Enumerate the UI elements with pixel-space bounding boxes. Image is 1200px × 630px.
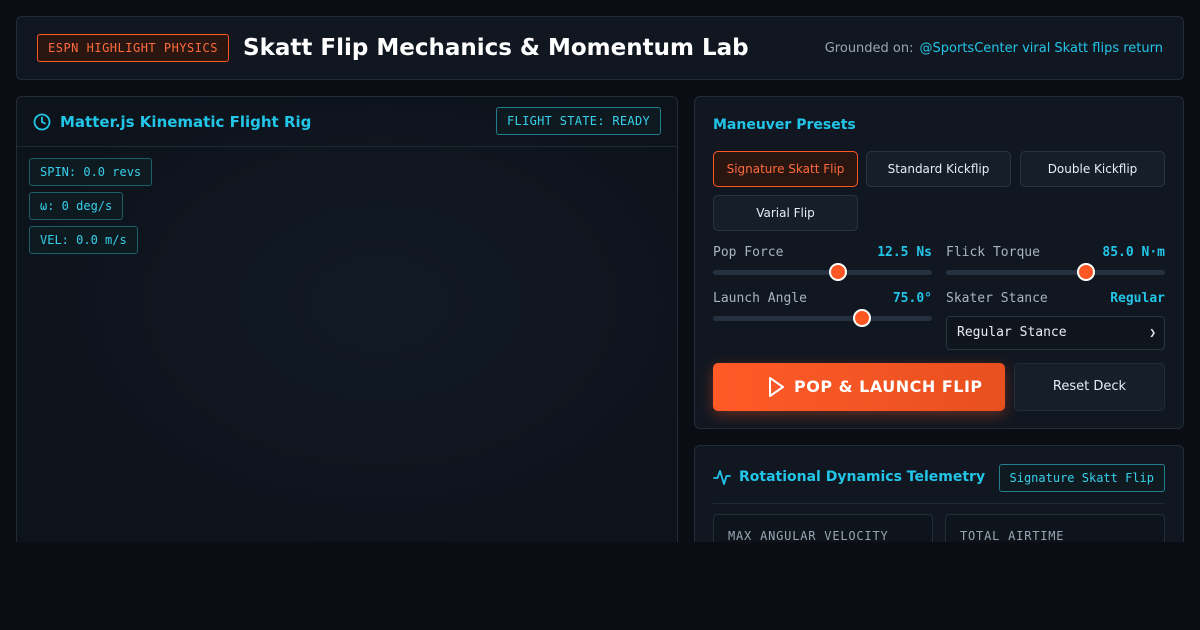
grounded-label: Grounded on: [824, 41, 914, 56]
max-angular-velocity-card: MAX ANGULAR VELOCITY [713, 514, 933, 542]
telemetry-maneuver-badge: Signature Skatt Flip [998, 464, 1165, 492]
flick-torque-value: 85.0 N·m [1102, 245, 1165, 260]
maneuver-controls-panel: Maneuver Presets Signature Skatt Flip St… [694, 96, 1184, 429]
preset-signature-skatt-flip[interactable]: Signature Skatt Flip [713, 151, 858, 187]
telemetry-panel: Rotational Dynamics Telemetry Signature … [694, 445, 1184, 542]
flight-rig-panel: Matter.js Kinematic Flight Rig FLIGHT ST… [16, 96, 678, 542]
total-airtime-card: TOTAL AIRTIME [945, 514, 1165, 542]
physics-canvas[interactable] [17, 148, 677, 542]
pop-force-value: 12.5 Ns [877, 245, 932, 260]
launch-angle-value: 75.0° [892, 291, 932, 306]
reset-deck-button[interactable]: Reset Deck [1014, 363, 1165, 411]
pop-force-slider[interactable] [713, 263, 932, 281]
page-title: Skatt Flip Mechanics & Momentum Lab [243, 35, 749, 61]
pop-force-label: Pop Force [713, 245, 784, 260]
preset-standard-kickflip[interactable]: Standard Kickflip [866, 151, 1011, 187]
flight-rig-header: Matter.js Kinematic Flight Rig FLIGHT ST… [17, 97, 677, 147]
launch-angle-slider[interactable] [713, 309, 932, 327]
preset-double-kickflip[interactable]: Double Kickflip [1020, 151, 1165, 187]
stance-select-value: Regular Stance [957, 325, 1067, 340]
launch-flip-button[interactable]: POP & LAUNCH FLIP [713, 363, 1005, 411]
pop-force-thumb[interactable] [828, 263, 847, 281]
grounded-source: Grounded on: @SportsCenter viral Skatt fl… [825, 40, 1163, 58]
stance-value: Regular [1110, 291, 1165, 306]
grounded-link[interactable]: @SportsCenter viral Skatt flips return [920, 41, 1163, 56]
espn-badge: ESPN HIGHLIGHT PHYSICS [37, 34, 229, 62]
flight-rig-title: Matter.js Kinematic Flight Rig [60, 113, 312, 131]
chevron-down-icon: ❯ [1149, 326, 1156, 339]
stance-label: Skater Stance [946, 291, 1048, 306]
app-viewport: ESPN HIGHLIGHT PHYSICS Skatt Flip Mechan… [0, 0, 1200, 542]
stance-select[interactable]: Regular Stance ❯ [946, 316, 1165, 350]
app-header: ESPN HIGHLIGHT PHYSICS Skatt Flip Mechan… [16, 16, 1184, 80]
divider [713, 503, 1165, 504]
flight-state-badge: FLIGHT STATE: READY [496, 107, 661, 135]
presets-title: Maneuver Presets [713, 117, 856, 133]
clock-icon [33, 113, 51, 131]
flick-torque-thumb[interactable] [1077, 263, 1096, 281]
flick-torque-label: Flick Torque [946, 245, 1040, 260]
launch-angle-label: Launch Angle [713, 291, 807, 306]
telemetry-title: Rotational Dynamics Telemetry [739, 469, 986, 485]
flick-torque-slider[interactable] [946, 263, 1165, 281]
launch-flip-label: POP & LAUNCH FLIP [794, 377, 983, 396]
launch-angle-thumb[interactable] [852, 309, 871, 327]
pulse-icon [713, 470, 731, 485]
stat-label: MAX ANGULAR VELOCITY [728, 529, 889, 542]
preset-varial-flip[interactable]: Varial Flip [713, 195, 858, 231]
stat-label: TOTAL AIRTIME [960, 529, 1065, 542]
play-icon [769, 377, 784, 397]
